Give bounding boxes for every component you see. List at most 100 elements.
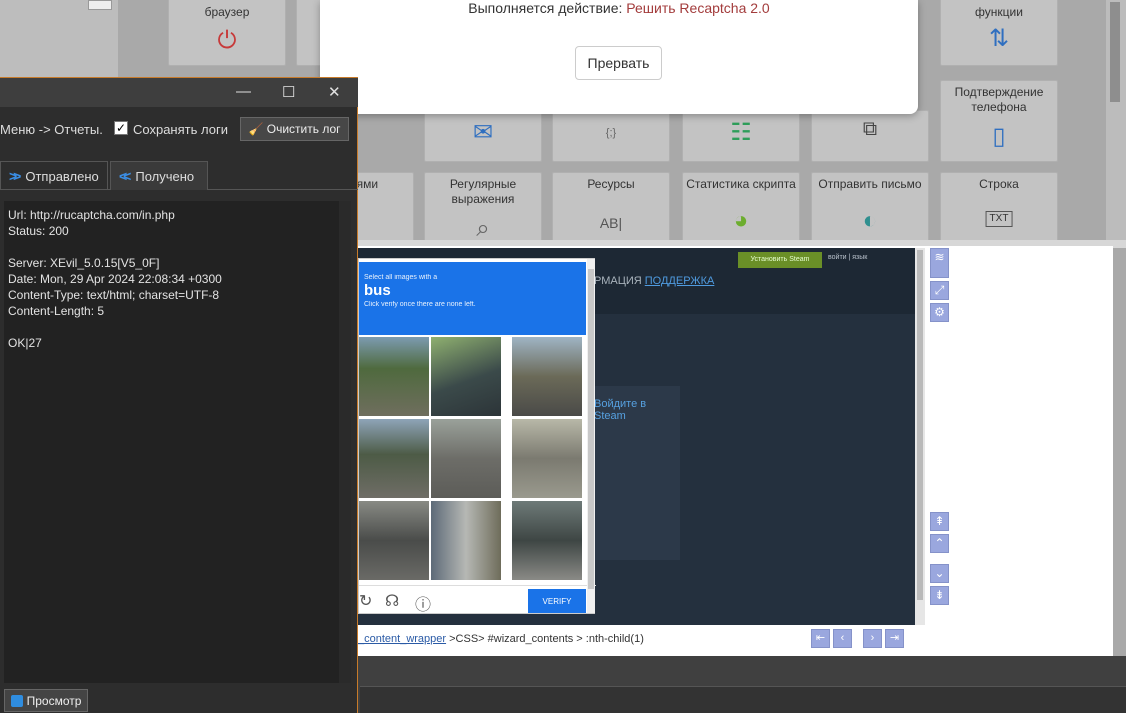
power-icon: ⏻ bbox=[217, 27, 237, 54]
captcha-tile[interactable] bbox=[431, 337, 501, 416]
captcha-tile[interactable] bbox=[359, 501, 429, 580]
tile-label: функции bbox=[975, 5, 1023, 19]
magnifier-icon: ⌕ bbox=[476, 215, 490, 242]
bottom-bar bbox=[360, 686, 1126, 713]
minimize-icon[interactable]: — bbox=[236, 83, 251, 100]
tile-send-mail[interactable]: Отправить письмо ◐ bbox=[811, 172, 929, 244]
preview-button[interactable]: Просмотр bbox=[4, 689, 88, 712]
log-content[interactable]: Url: http://rucaptcha.com/in.php Status:… bbox=[4, 201, 339, 683]
tile-label: Регулярные выражения bbox=[449, 177, 517, 206]
viewport-scrollbar[interactable] bbox=[915, 248, 925, 625]
files-icon: ⧉ bbox=[862, 118, 878, 140]
path-link[interactable]: _content_wrapper bbox=[358, 633, 446, 645]
log-toolbar: Меню -> Отчеты. ✓ Сохранять логи 🧹 Очист… bbox=[0, 112, 358, 146]
tab-received[interactable]: << Получено bbox=[110, 161, 208, 190]
captcha-tile[interactable] bbox=[359, 419, 429, 498]
scroll-thumb[interactable] bbox=[917, 250, 923, 600]
wifi-icon[interactable]: ≋ bbox=[930, 248, 949, 278]
last-icon[interactable]: ⇥ bbox=[885, 629, 904, 648]
expand-icon[interactable]: ⤢ bbox=[930, 281, 949, 300]
header-links[interactable]: войти | язык bbox=[828, 254, 867, 261]
tile-stats[interactable]: Статистика скрипта ◕ bbox=[682, 172, 800, 244]
nav-support-link[interactable]: ПОДДЕРЖКА bbox=[645, 275, 715, 287]
log-window: — ☐ ✕ Меню -> Отчеты. ✓ Сохранять логи 🧹… bbox=[0, 77, 358, 713]
scroll-up-icon[interactable]: ⌃ bbox=[930, 534, 949, 553]
close-icon[interactable]: ✕ bbox=[328, 83, 341, 101]
fork-arrows-icon: ⇅ bbox=[988, 25, 1010, 52]
tile-files[interactable]: ⧉ bbox=[811, 110, 929, 162]
mail-icon: ✉ bbox=[472, 119, 494, 146]
status-action: Решить Recaptcha 2.0 bbox=[626, 0, 770, 16]
browser-viewport[interactable]: Установить Steam войти | язык РМАЦИЯ ПОД… bbox=[358, 248, 915, 625]
tile-label: Отправить письмо bbox=[818, 177, 922, 191]
captcha-tile[interactable] bbox=[431, 501, 501, 580]
scroll-top-icon[interactable]: ⇞ bbox=[930, 512, 949, 531]
save-logs-checkbox[interactable]: ✓ bbox=[114, 121, 128, 135]
text-box-icon: AB| bbox=[599, 215, 623, 231]
log-tabs: >> Отправлено << Получено bbox=[0, 161, 358, 190]
abort-button[interactable]: Прервать bbox=[575, 46, 662, 80]
tile-phone-confirm[interactable]: Подтверждение телефона ▯ bbox=[940, 80, 1058, 162]
tile-table[interactable]: ☷ bbox=[682, 110, 800, 162]
send-icon: ◐ bbox=[862, 207, 878, 234]
reload-icon[interactable]: ↻ bbox=[359, 591, 372, 611]
scroll-thumb[interactable] bbox=[1110, 2, 1120, 102]
login-box: Войдите в Steam bbox=[584, 386, 680, 560]
dialog-status: Выполняется действие: Решить Recaptcha 2… bbox=[320, 0, 918, 16]
nav-info[interactable]: РМАЦИЯ bbox=[594, 275, 642, 287]
tile-label: браузер bbox=[204, 5, 250, 19]
progress-dialog: Выполняется действие: Решить Recaptcha 2… bbox=[320, 0, 918, 114]
tile-string[interactable]: Строка TXT bbox=[940, 172, 1058, 244]
log-scrollbar[interactable] bbox=[339, 201, 351, 683]
login-box-text[interactable]: Войдите в Steam bbox=[594, 398, 680, 422]
install-steam-button[interactable]: Установить Steam bbox=[738, 252, 822, 268]
scroll-bottom-icon[interactable]: ⇟ bbox=[930, 586, 949, 605]
preview-label: Просмотр bbox=[26, 693, 82, 708]
scroll-down-icon[interactable]: ⌄ bbox=[930, 564, 949, 583]
table-icon: ☷ bbox=[730, 119, 752, 146]
tile-label: Строка bbox=[979, 177, 1019, 191]
checkbox-fragment[interactable] bbox=[88, 0, 112, 10]
prev-icon[interactable]: ‹ bbox=[833, 629, 852, 648]
recaptcha-image-grid bbox=[359, 337, 586, 580]
broom-icon: 🧹 bbox=[248, 122, 264, 136]
headphones-icon[interactable]: ☊ bbox=[385, 591, 399, 611]
background-scrollbar[interactable] bbox=[1106, 0, 1126, 240]
captcha-tile[interactable] bbox=[431, 419, 501, 498]
maximize-icon[interactable]: ☐ bbox=[282, 83, 295, 101]
captcha-tile[interactable] bbox=[512, 337, 582, 416]
log-titlebar[interactable]: — ☐ ✕ bbox=[0, 77, 358, 107]
recaptcha-footer: ↻ ☊ ⓘ VERIFY bbox=[359, 585, 596, 615]
tile-functions[interactable]: функции ⇅ bbox=[940, 0, 1058, 66]
json-icon: {;} bbox=[605, 127, 617, 139]
next-icon[interactable]: › bbox=[863, 629, 882, 648]
tile-browser[interactable]: браузер ⏻ bbox=[168, 0, 286, 66]
verify-button[interactable]: VERIFY bbox=[528, 589, 586, 613]
tile-label: Подтверждение телефона bbox=[954, 85, 1044, 114]
tile-regex[interactable]: Регулярные выражения ⌕ bbox=[424, 172, 542, 244]
recaptcha-scrollbar[interactable] bbox=[587, 259, 595, 613]
save-logs-label[interactable]: Сохранять логи bbox=[133, 122, 228, 137]
recaptcha-challenge: Select all images with a bus Click verif… bbox=[358, 258, 596, 615]
captcha-tile[interactable] bbox=[512, 419, 582, 498]
gear-icon[interactable]: ⚙ bbox=[930, 303, 949, 322]
recaptcha-header: Select all images with a bus Click verif… bbox=[359, 262, 586, 335]
double-chevron-left-icon: << bbox=[119, 168, 132, 184]
tile-resources[interactable]: Ресурсы AB| bbox=[552, 172, 670, 244]
recaptcha-instruction: Select all images with a bbox=[364, 274, 438, 281]
first-icon[interactable]: ⇤ bbox=[811, 629, 830, 648]
path-rest: >CSS> #wizard_contents > :nth-child(1) bbox=[449, 633, 644, 645]
captcha-tile[interactable] bbox=[359, 337, 429, 416]
site-nav: РМАЦИЯ ПОДДЕРЖКА bbox=[594, 275, 714, 287]
tab-sent[interactable]: >> Отправлено bbox=[0, 161, 108, 190]
log-menu-path: Меню -> Отчеты. bbox=[0, 122, 103, 137]
tile-mail[interactable]: ✉ bbox=[424, 110, 542, 162]
captcha-tile[interactable] bbox=[512, 501, 582, 580]
clear-log-button[interactable]: 🧹 Очистить лог bbox=[240, 117, 349, 141]
tile-json[interactable]: {;} bbox=[552, 110, 670, 162]
browser-panel: Установить Steam войти | язык РМАЦИЯ ПОД… bbox=[358, 246, 1113, 656]
tab-label: Получено bbox=[135, 169, 195, 184]
scroll-thumb[interactable] bbox=[588, 269, 594, 589]
info-icon[interactable]: ⓘ bbox=[415, 591, 431, 615]
double-chevron-right-icon: >> bbox=[9, 168, 22, 184]
